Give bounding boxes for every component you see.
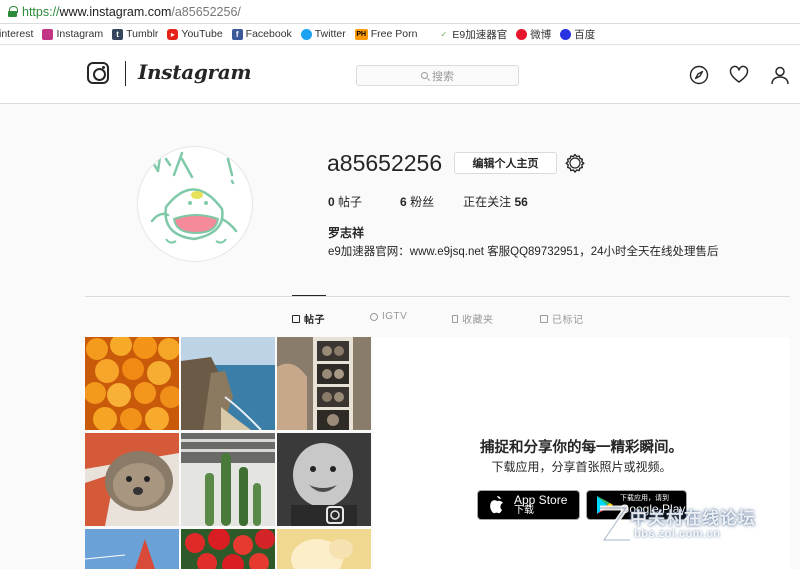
bookmark-label: interest	[0, 28, 34, 40]
stat-followers[interactable]: 6 粉丝	[400, 193, 434, 210]
search-input[interactable]: 搜索	[356, 65, 519, 86]
stat-following-value: 56	[514, 195, 528, 209]
promo-subtitle: 下载应用，分享首张照片或视频。	[491, 460, 672, 474]
bookmark-pinterest[interactable]: interest	[0, 28, 33, 40]
bookmark-label: 百度	[574, 28, 596, 41]
search-placeholder: 搜索	[432, 70, 454, 83]
twitter-icon	[300, 28, 312, 40]
baidu-icon	[560, 28, 572, 40]
youtube-icon: ▸	[167, 28, 179, 40]
bookmark-e9[interactable]: ✓ E9加速器官	[438, 27, 507, 42]
bookmark-label: E9加速器官	[452, 28, 508, 41]
search-icon	[421, 72, 428, 79]
instagram-icon	[42, 28, 54, 40]
stat-followers-value: 6	[400, 195, 407, 209]
photo-puppy[interactable]	[277, 529, 371, 569]
stat-posts: 0 帖子	[328, 193, 362, 210]
address-bar[interactable]: https:// www.instagram.com /a85652256/	[0, 0, 800, 24]
tabs-divider	[85, 296, 790, 297]
tab-posts[interactable]: 帖子	[292, 311, 325, 326]
photo-coast[interactable]	[181, 337, 275, 430]
lock-icon	[8, 6, 18, 17]
grid-icon	[292, 314, 300, 323]
google-play-top: 下载应用，请到	[620, 495, 669, 502]
tab-saved-label: 收藏夹	[462, 315, 494, 326]
app-store-button[interactable]: App Store 下载	[477, 490, 580, 520]
photo-grid	[85, 337, 372, 569]
bookmark-youtube[interactable]: ▸ YouTube	[167, 28, 223, 40]
stat-followers-label: 粉丝	[410, 195, 435, 209]
bookmark-instagram[interactable]: Instagram	[42, 28, 103, 40]
tab-igtv[interactable]: IGTV	[370, 311, 407, 322]
tab-saved[interactable]: 收藏夹	[452, 311, 494, 326]
bookmarks-bar: interest Instagram t Tumblr ▸ YouTube f …	[0, 24, 800, 45]
photo-oranges[interactable]	[85, 337, 179, 430]
photo-photobooth[interactable]	[277, 337, 371, 430]
bookmark-label: Twitter	[314, 28, 346, 40]
e9-icon: ✓	[438, 28, 450, 40]
stat-following-label: 正在关注	[463, 195, 512, 209]
stat-posts-value: 0	[328, 195, 335, 209]
photo-baby[interactable]	[277, 433, 371, 526]
bookmark-tumblr[interactable]: t Tumblr	[112, 28, 158, 40]
tab-igtv-label: IGTV	[382, 311, 408, 322]
app-store-sub: 下载	[514, 504, 534, 516]
profile-stats: 0 帖子 6 粉丝 正在关注 56	[328, 193, 555, 210]
tab-tagged-label: 已标记	[552, 315, 584, 326]
profile-full-name: 罗志祥	[328, 226, 365, 240]
bookmark-baidu[interactable]: 百度	[560, 27, 595, 42]
google-play-button[interactable]: 下载应用，请到 Google Play	[586, 490, 687, 520]
avatar-drawing	[150, 151, 238, 244]
bookmark-label: Facebook	[245, 28, 292, 40]
ig-header: Instagram 搜索	[0, 46, 800, 104]
instagram-logo-icon[interactable]	[87, 62, 109, 84]
logo-divider	[125, 61, 126, 86]
bookmark-label: Tumblr	[126, 28, 159, 40]
ph-icon: PH	[354, 28, 368, 40]
bookmark-label: Free Porn	[370, 28, 418, 40]
promo-title: 捕捉和分享你的每一精彩瞬间。	[480, 440, 683, 456]
google-play-main: Google Play	[620, 502, 686, 516]
edit-profile-button[interactable]: 编辑个人主页	[454, 152, 557, 174]
avatar[interactable]	[137, 146, 253, 262]
tagged-icon	[540, 314, 548, 323]
photo-dog[interactable]	[85, 433, 179, 526]
bookmark-ph[interactable]: PH Free Porn	[354, 28, 418, 40]
instagram-wordmark[interactable]: Instagram	[138, 60, 252, 84]
compass-icon[interactable]	[689, 65, 709, 85]
stat-following[interactable]: 正在关注 56	[463, 193, 528, 210]
app-store-main: App Store	[514, 492, 568, 507]
bookmark-label: YouTube	[181, 28, 223, 40]
photo-flowers[interactable]	[181, 529, 275, 569]
apple-icon	[490, 496, 503, 514]
bookmark-label: 微博	[530, 28, 552, 41]
app-promo-panel: 捕捉和分享你的每一精彩瞬间。 下载应用，分享首张照片或视频。 App Store…	[373, 337, 790, 569]
tab-posts-label: 帖子	[304, 315, 325, 326]
url-scheme: https://	[22, 4, 60, 19]
gear-icon[interactable]	[565, 153, 585, 173]
active-tab-indicator	[292, 295, 326, 296]
tumblr-icon: t	[112, 28, 124, 40]
user-icon[interactable]	[770, 65, 790, 85]
bookmark-icon	[452, 314, 458, 323]
photo-cactus[interactable]	[181, 433, 275, 526]
profile-bio: e9加速器官网：www.e9jsq.net 客服QQ89732951，24小时全…	[328, 246, 719, 258]
url-host: www.instagram.com	[59, 4, 172, 19]
profile-username: a85652256	[327, 150, 443, 176]
bookmark-label: Instagram	[56, 28, 104, 40]
photo-sky[interactable]	[85, 529, 179, 569]
weibo-icon	[516, 28, 528, 40]
stat-posts-label: 帖子	[338, 195, 363, 209]
tab-tagged[interactable]: 已标记	[540, 311, 584, 326]
google-play-icon	[597, 496, 613, 514]
url-path: /a85652256/	[171, 4, 241, 19]
bookmark-facebook[interactable]: f Facebook	[231, 28, 292, 40]
bookmark-weibo[interactable]: 微博	[516, 27, 551, 42]
igtv-icon	[370, 312, 378, 321]
bookmark-twitter[interactable]: Twitter	[300, 28, 346, 40]
facebook-icon: f	[231, 28, 243, 40]
heart-icon[interactable]	[729, 65, 749, 85]
